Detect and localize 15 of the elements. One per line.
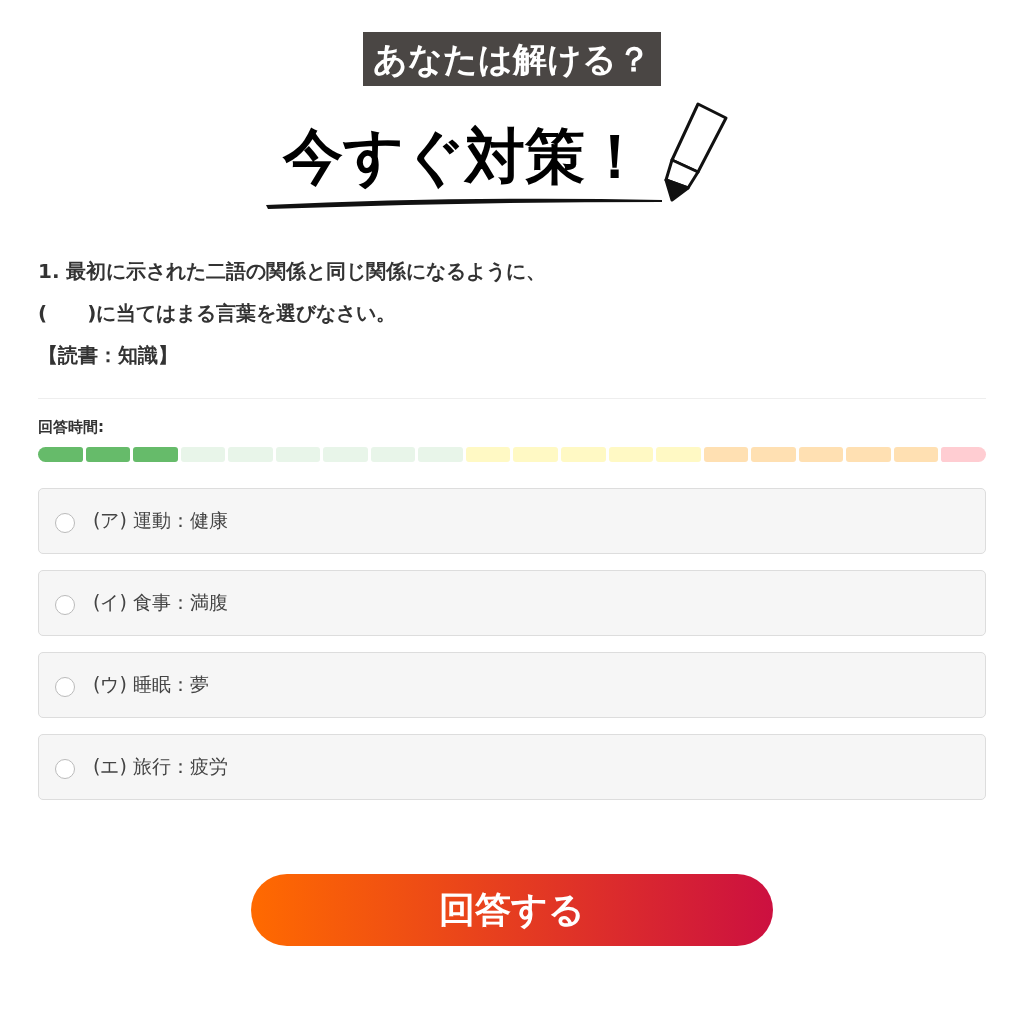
title-badge: あなたは解ける？ [363,32,661,86]
submit-button[interactable]: 回答する [251,874,773,946]
timer-label: 回答時間: [38,417,105,438]
radio-button[interactable] [55,759,75,779]
answer-option[interactable]: (イ) 食事：満腹 [38,570,986,636]
headline: 今すぐ対策！ [281,120,646,193]
category-label: 【読書：知識】 [38,342,179,369]
radio-button[interactable] [55,677,75,697]
radio-button[interactable] [55,595,75,615]
radio-button[interactable] [55,513,75,533]
answer-option[interactable]: (ア) 運動：健康 [38,488,986,554]
answer-option[interactable]: (ウ) 睡眠：夢 [38,652,986,718]
question-text: ( )に当てはまる言葉を選びなさい。 [38,300,398,327]
answer-option[interactable]: (エ) 旅行：疲労 [38,734,986,800]
question-text: 1. 最初に示された二語の関係と同じ関係になるように、 [38,258,548,285]
